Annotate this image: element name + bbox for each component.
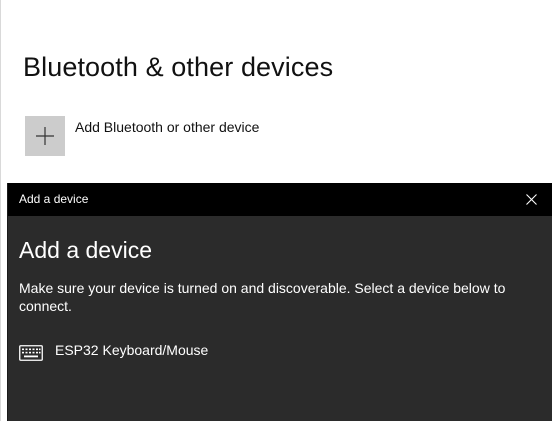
window-border [0, 0, 1, 421]
dialog-instructions: Make sure your device is turned on and d… [19, 280, 506, 314]
close-icon [526, 194, 537, 205]
plus-icon [36, 127, 54, 145]
dialog-window-title: Add a device [19, 192, 89, 206]
keyboard-icon [19, 345, 43, 361]
add-device-button[interactable]: Add Bluetooth or other device [25, 116, 259, 156]
close-button[interactable] [512, 183, 552, 216]
add-device-tile[interactable] [25, 116, 65, 156]
dialog-titlebar[interactable]: Add a device [8, 183, 552, 216]
page-title: Bluetooth & other devices [23, 52, 334, 82]
add-device-label[interactable]: Add Bluetooth or other device [75, 119, 259, 135]
dialog-heading: Add a device [19, 237, 152, 263]
device-name: ESP32 Keyboard/Mouse [55, 342, 209, 358]
add-device-dialog: Add a device Add a device Make sure your… [7, 183, 552, 421]
device-list-item[interactable]: ESP32 Keyboard/Mouse [19, 338, 208, 362]
